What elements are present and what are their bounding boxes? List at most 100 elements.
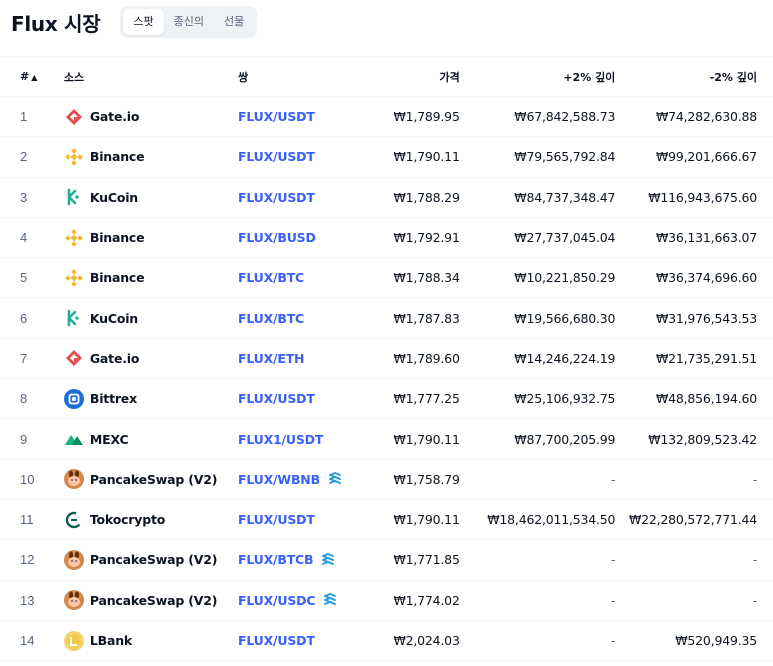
exchange-name[interactable]: KuCoin [90, 311, 138, 326]
exchange-name[interactable]: PancakeSwap (V2) [90, 472, 218, 487]
tab-perpetual[interactable]: 종신의 [164, 9, 214, 35]
exchange-source[interactable]: PancakeSwap (V2) [63, 549, 238, 570]
exchange-name[interactable]: Binance [90, 149, 145, 164]
depth-plus-cell: ₩18,462,011,534.50 [459, 499, 616, 541]
exchange-source[interactable]: PancakeSwap (V2) [63, 469, 238, 490]
depth-minus-cell: ₩36,374,696.60 [615, 257, 773, 299]
depth-plus-cell: ₩87,700,205.99 [459, 418, 616, 460]
exchange-name[interactable]: Binance [90, 230, 145, 245]
pair-link[interactable]: FLUX/USDT [238, 391, 315, 406]
exchange-source[interactable]: Binance [64, 268, 238, 288]
exchange-source[interactable]: Binance [64, 228, 238, 248]
table-row[interactable]: 3 KuCoin FLUX/USDT ₩1,788.29 ₩84,737,348.47 ₩… [0, 177, 773, 218]
pair-link[interactable]: FLUX1/USDT [238, 432, 323, 447]
exchange-name[interactable]: Bittrex [90, 391, 137, 406]
pair-link[interactable]: FLUX/BUSD [238, 230, 316, 245]
exchange-source[interactable]: Bittrex [63, 388, 238, 409]
exchange-name[interactable]: PancakeSwap (V2) [90, 593, 218, 608]
header-depth-plus[interactable]: +2% 깊이 [459, 56, 616, 97]
exchange-source[interactable]: MEXC [64, 429, 238, 449]
exchange-name[interactable]: KuCoin [90, 190, 138, 205]
tab-futures[interactable]: 선물 [214, 9, 254, 35]
table-row[interactable]: 4 Binance FLUX/BUSD ₩1,792.91 ₩27,737,045.04… [0, 217, 773, 259]
table-row[interactable]: 5 Binance FLUX/BTC ₩1,788.34 ₩10,221,850.29 ₩… [0, 257, 773, 299]
bittrex-icon [63, 388, 84, 409]
pair-link[interactable]: FLUX/BTCB [238, 552, 314, 567]
depth-minus-cell: ₩31,976,543.53 [615, 297, 773, 339]
exchange-source[interactable]: KuCoin [64, 187, 238, 207]
pair-link[interactable]: FLUX/USDT [238, 512, 315, 527]
depth-plus-cell: - [459, 459, 616, 500]
table-row[interactable]: 7 Gate.io FLUX/ETH ₩1,789.60 ₩14,246,224.19 ₩… [0, 338, 773, 380]
row-rank: 10 [0, 459, 53, 500]
header-depth-minus[interactable]: -2% 깊이 [615, 56, 773, 97]
exchange-source[interactable]: Tokocrypto [64, 510, 238, 530]
row-rank: 5 [0, 257, 53, 299]
row-rank: 2 [0, 136, 53, 178]
pair-link[interactable]: FLUX/USDT [238, 190, 315, 205]
exchange-source[interactable]: KuCoin [64, 308, 238, 328]
price-cell: ₩1,788.29 [358, 177, 460, 218]
depth-minus-cell: ₩520,949.35 [615, 620, 773, 662]
pair-link[interactable]: FLUX/USDT [238, 149, 315, 164]
table-row[interactable]: 2 Binance FLUX/USDT ₩1,790.11 ₩79,565,792.84… [0, 136, 773, 178]
table-row[interactable]: 1 Gate.io FLUX/USDT ₩1,789.95 ₩67,842,588.73… [0, 96, 773, 138]
table-row[interactable]: 6 KuCoin FLUX/BTC ₩1,787.83 ₩19,566,680.30 ₩3… [0, 297, 773, 339]
exchange-name[interactable]: Gate.io [90, 351, 140, 366]
price-cell: ₩1,788.34 [358, 257, 460, 299]
header-source[interactable]: 소스 [52, 56, 238, 97]
mexc-icon [64, 429, 84, 449]
row-rank: 1 [0, 96, 53, 138]
pancakeswap-icon [63, 549, 84, 570]
page-title: Flux 시장 [11, 11, 101, 36]
exchange-source[interactable]: Gate.io [64, 348, 238, 368]
price-cell: ₩1,790.11 [358, 136, 460, 178]
price-cell: ₩1,771.85 [358, 539, 460, 581]
header-rank[interactable]: # ▲ [0, 56, 53, 97]
bsc-chain-icon [322, 592, 338, 608]
exchange-name[interactable]: MEXC [90, 432, 129, 447]
price-cell: ₩1,792.91 [358, 217, 460, 259]
pair-link[interactable]: FLUX/ETH [238, 351, 305, 366]
binance-icon [64, 268, 84, 288]
table-row[interactable]: 8 Bittrex FLUX/USDT ₩1,777.25 ₩25,106,932.75… [0, 378, 773, 420]
exchange-name[interactable]: LBank [90, 633, 132, 648]
pair-link[interactable]: FLUX/BTC [238, 311, 304, 326]
depth-plus-cell: - [459, 539, 616, 581]
exchange-source[interactable]: Gate.io [64, 107, 238, 127]
price-cell: ₩1,789.95 [358, 96, 460, 138]
depth-minus-cell: ₩21,735,291.51 [615, 338, 773, 380]
table-row[interactable]: 14 LBank FLUX/USDT ₩2,024.03- ₩520,949.35 [0, 620, 773, 662]
pair-link[interactable]: FLUX/USDT [238, 109, 315, 124]
exchange-source[interactable]: Binance [64, 147, 238, 167]
exchange-source[interactable]: LBank [63, 630, 238, 651]
tab-spot[interactable]: 스팟 [123, 9, 164, 35]
depth-minus-cell: - [615, 459, 773, 500]
pair-link[interactable]: FLUX/USDT [238, 633, 315, 648]
pair-link[interactable]: FLUX/BTC [238, 270, 304, 285]
depth-plus-cell: ₩84,737,348.47 [459, 177, 616, 218]
exchange-name[interactable]: Tokocrypto [90, 512, 165, 527]
gateio-icon [64, 107, 84, 127]
table-row[interactable]: 12 PancakeSwap (V2) FLUX/BTCB ₩1,771.85- - [0, 539, 773, 581]
header-pair[interactable]: 쌍 [237, 56, 358, 97]
row-rank: 13 [0, 580, 53, 621]
exchange-name[interactable]: PancakeSwap (V2) [90, 552, 218, 567]
table-row[interactable]: 10 PancakeSwap (V2) FLUX/WBNB ₩1,758.79- - [0, 459, 773, 500]
pair-link[interactable]: FLUX/USDC [238, 593, 316, 608]
kucoin-icon [64, 308, 84, 328]
exchange-source[interactable]: PancakeSwap (V2) [63, 590, 238, 611]
pair-link[interactable]: FLUX/WBNB [238, 472, 320, 487]
exchange-name[interactable]: Gate.io [90, 109, 140, 124]
exchange-name[interactable]: Binance [90, 270, 145, 285]
table-row[interactable]: 11 Tokocrypto FLUX/USDT ₩1,790.11 ₩18,462,01… [0, 499, 773, 541]
price-cell: ₩1,789.60 [358, 338, 460, 380]
depth-minus-cell: - [615, 580, 773, 621]
table-row[interactable]: 9 MEXC FLUX1/USDT ₩1,790.11 ₩87,700,205.99 ₩1… [0, 418, 773, 460]
header-price[interactable]: 가격 [358, 56, 460, 97]
table-row[interactable]: 13 PancakeSwap (V2) FLUX/USDC ₩1,774.02- - [0, 580, 773, 621]
depth-minus-cell: ₩48,856,194.60 [615, 378, 773, 420]
depth-plus-cell: ₩14,246,224.19 [459, 338, 616, 380]
row-rank: 4 [0, 217, 53, 259]
pancakeswap-icon [63, 469, 84, 490]
